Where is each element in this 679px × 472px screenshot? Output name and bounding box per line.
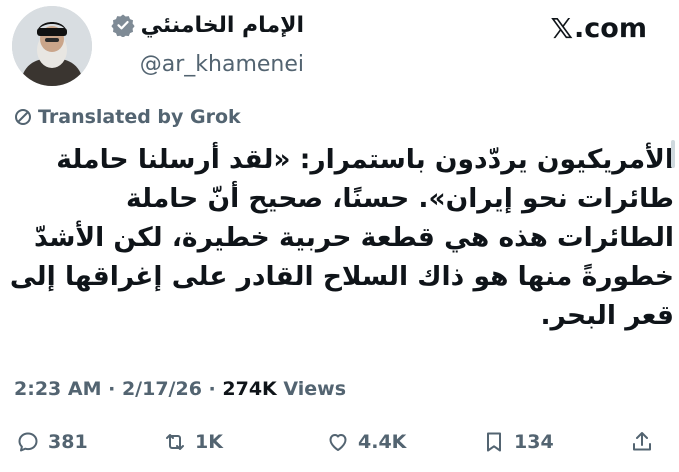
- reply-icon: [18, 432, 38, 452]
- tweet-date[interactable]: 2/17/26: [122, 378, 202, 400]
- site-domain: com: [584, 13, 647, 44]
- bookmark-count: 134: [514, 431, 554, 453]
- bookmark-icon: [487, 432, 501, 452]
- x-logo-icon: 𝕏: [550, 12, 574, 45]
- tweet-time[interactable]: 2:23 AM: [14, 378, 102, 400]
- tweet-meta: 2:23 AM · 2/17/26 · 274K Views: [14, 378, 346, 400]
- views-label: Views: [276, 378, 347, 400]
- x-com-logo[interactable]: 𝕏. com: [550, 12, 647, 45]
- tweet-line: طائرات نحو إيران». حسنًا، صحيح أنّ حاملة: [125, 183, 674, 214]
- display-name: الإمام الخامنئي: [140, 12, 304, 38]
- meta-separator: ·: [101, 378, 122, 400]
- author-names: الإمام الخامنئي @ar_khamenei: [104, 8, 304, 77]
- views-count: 274K: [222, 378, 277, 400]
- repost-icon: [166, 434, 184, 450]
- handle[interactable]: @ar_khamenei: [104, 52, 304, 77]
- like-button[interactable]: 4.4K: [326, 430, 406, 454]
- avatar-image: [12, 6, 92, 86]
- translate-slash-icon: [15, 109, 31, 125]
- meta-separator: ·: [201, 378, 223, 400]
- scrollbar[interactable]: [671, 140, 675, 168]
- like-count: 4.4K: [358, 431, 407, 453]
- share-icon: [633, 432, 651, 451]
- display-name-row[interactable]: الإمام الخامنئي: [104, 8, 304, 42]
- tweet-header: الإمام الخامنئي @ar_khamenei 𝕏. com: [0, 0, 679, 96]
- tweet-line: خطورةً منها هو ذاك السلاح القادر على إغر…: [9, 261, 674, 292]
- verified-badge-icon: [111, 14, 135, 37]
- reply-button[interactable]: 381: [16, 430, 88, 454]
- bookmark-button[interactable]: 134: [482, 430, 554, 454]
- tweet-text: الأمريكيون يردّدون باستمرار: «لقد أرسلنا…: [9, 140, 674, 335]
- repost-button[interactable]: 1K: [163, 430, 223, 454]
- avatar[interactable]: [12, 6, 92, 86]
- tweet-line: الطائرات هذه هي قطعة حربية خطيرة، لكن ال…: [34, 222, 674, 253]
- action-bar: 381 1K 4.4K 134: [0, 430, 679, 466]
- tweet-line: الأمريكيون يردّدون باستمرار: «لقد أرسلنا…: [56, 144, 674, 175]
- translation-notice[interactable]: Translated by Grok: [14, 106, 241, 128]
- share-button[interactable]: [630, 430, 654, 454]
- heart-icon: [329, 434, 347, 451]
- repost-count: 1K: [195, 431, 223, 453]
- reply-count: 381: [48, 431, 88, 453]
- translation-label: Translated by Grok: [38, 106, 241, 128]
- tweet-line: قعر البحر.: [540, 300, 674, 331]
